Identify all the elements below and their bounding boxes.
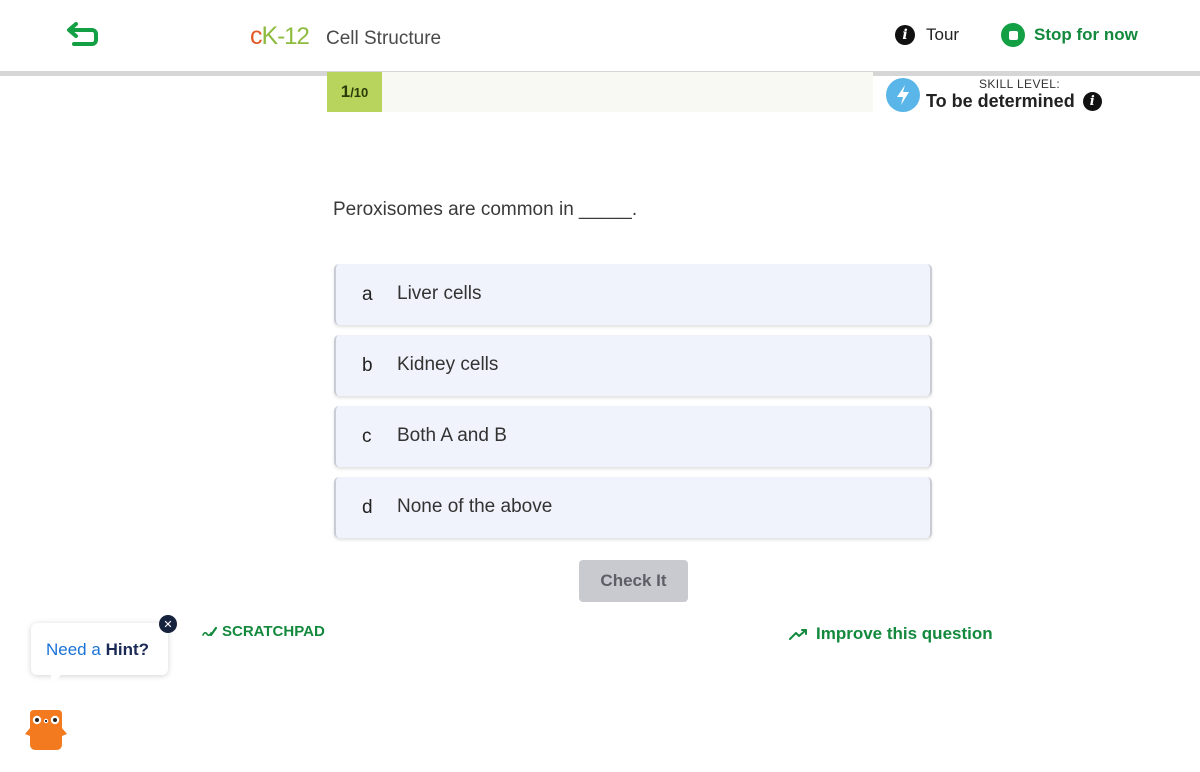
- option-text: Liver cells: [397, 283, 482, 304]
- back-arrow-icon[interactable]: [66, 22, 100, 48]
- option-letter: b: [362, 355, 373, 376]
- hint-text: Need a Hint?: [46, 640, 149, 660]
- option-letter: c: [362, 426, 372, 447]
- skill-info-icon[interactable]: i: [1082, 92, 1102, 111]
- skill-level-value: To be determined i: [926, 91, 1102, 112]
- header-bar: cK-12 Cell Structure i Tour Stop for now: [0, 0, 1200, 72]
- hint-emphasis: Hint?: [105, 640, 149, 659]
- improve-label: Improve this question: [816, 624, 993, 643]
- progress-counter: 1/10: [327, 72, 382, 112]
- tour-button[interactable]: i Tour: [895, 24, 959, 46]
- skill-level-text: To be determined: [926, 91, 1075, 111]
- hint-prefix: Need a: [46, 640, 101, 659]
- logo-k: K: [261, 22, 279, 50]
- answer-option-d[interactable]: d None of the above: [334, 477, 932, 538]
- ck12-logo[interactable]: cK-12: [250, 22, 310, 50]
- question-text: Peroxisomes are common in _____.: [333, 199, 638, 220]
- hint-close-icon[interactable]: ✕: [159, 615, 177, 633]
- option-letter: a: [362, 284, 373, 305]
- lesson-title: Cell Structure: [326, 28, 442, 49]
- progress-total: /10: [350, 84, 369, 100]
- lightning-icon: [886, 78, 920, 112]
- scratchpad-label: SCRATCHPAD: [222, 623, 325, 640]
- answer-option-a[interactable]: a Liver cells: [334, 264, 932, 325]
- trend-up-icon: [789, 629, 807, 640]
- answer-option-c[interactable]: c Both A and B: [334, 406, 932, 467]
- hint-bubble[interactable]: Need a Hint?: [31, 623, 168, 685]
- option-text: None of the above: [397, 496, 553, 517]
- skill-level-caption: SKILL LEVEL:: [979, 77, 1061, 91]
- logo-c: c: [250, 22, 262, 50]
- improve-question-link[interactable]: Improve this question: [789, 624, 993, 644]
- stop-icon: [1001, 23, 1025, 47]
- stop-for-now-button[interactable]: Stop for now: [1001, 23, 1138, 47]
- progress-track: [327, 72, 873, 112]
- stop-label: Stop for now: [1034, 25, 1138, 44]
- progress-current: 1: [340, 82, 351, 101]
- tour-label: Tour: [926, 25, 960, 44]
- option-text: Kidney cells: [397, 354, 499, 375]
- mascot-icon[interactable]: [24, 708, 68, 752]
- option-text: Both A and B: [397, 425, 507, 446]
- scratchpad-button[interactable]: SCRATCHPAD: [202, 623, 325, 640]
- logo-number: -12: [277, 23, 310, 50]
- check-it-button[interactable]: Check It: [579, 560, 688, 602]
- option-letter: d: [362, 497, 373, 518]
- info-icon: i: [895, 25, 915, 45]
- pencil-scribble-icon: [202, 626, 217, 636]
- answer-option-b[interactable]: b Kidney cells: [334, 335, 932, 396]
